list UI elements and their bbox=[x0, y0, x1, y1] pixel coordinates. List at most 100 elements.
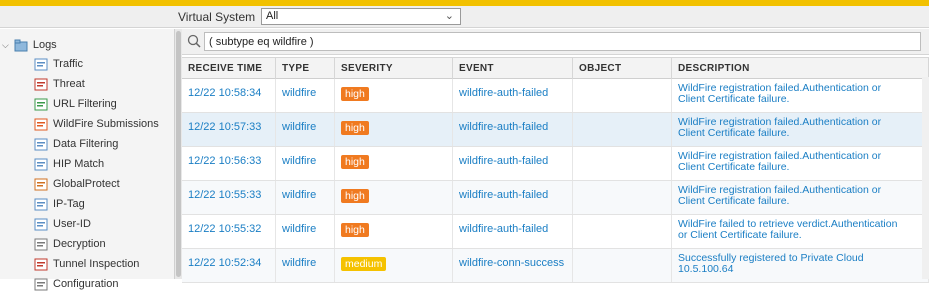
cell-object bbox=[573, 249, 672, 282]
cell-type[interactable]: wildfire bbox=[276, 181, 335, 214]
cell-severity: high bbox=[335, 147, 453, 180]
cell-time[interactable]: 12/22 10:57:33 bbox=[182, 113, 276, 146]
traffic-log-icon bbox=[34, 58, 48, 71]
wildfire-icon bbox=[34, 118, 48, 131]
cell-time[interactable]: 12/22 10:55:33 bbox=[182, 181, 276, 214]
table-scrollbar[interactable] bbox=[922, 77, 929, 279]
main-panel: ( subtype eq wildfire ) RECEIVE TIME TYP… bbox=[182, 29, 929, 283]
sidebar-item-label: Data Filtering bbox=[53, 138, 119, 150]
cell-description: WildFire registration failed.Authenticat… bbox=[672, 147, 929, 180]
sidebar-item-ip-tag[interactable]: IP-Tag bbox=[34, 194, 85, 214]
cell-severity: medium bbox=[335, 249, 453, 282]
description-line: Client Certificate failure. bbox=[678, 93, 790, 105]
cell-object bbox=[573, 215, 672, 248]
description-line: Client Certificate failure. bbox=[678, 127, 790, 139]
virtual-system-value: All bbox=[266, 10, 279, 22]
sidebar-item-label: Threat bbox=[53, 78, 85, 90]
virtual-system-label: Virtual System bbox=[178, 10, 256, 24]
severity-badge: high bbox=[341, 87, 369, 101]
sidebar-item-label: Decryption bbox=[53, 238, 106, 250]
description-line: Client Certificate failure. bbox=[678, 195, 790, 207]
description-line: or Client Certificate failure. bbox=[678, 229, 802, 241]
header-type[interactable]: TYPE bbox=[276, 58, 335, 79]
description-line: Client Certificate failure. bbox=[678, 161, 790, 173]
configuration-icon bbox=[34, 278, 48, 291]
severity-badge: high bbox=[341, 155, 369, 169]
filter-bar: ( subtype eq wildfire ) bbox=[182, 29, 929, 55]
hip-match-icon bbox=[34, 158, 48, 171]
cell-event[interactable]: wildfire-auth-failed bbox=[453, 215, 573, 248]
cell-description: WildFire registration failed.Authenticat… bbox=[672, 79, 929, 112]
cell-description: WildFire registration failed.Authenticat… bbox=[672, 181, 929, 214]
cell-severity: high bbox=[335, 181, 453, 214]
sidebar-item-label: Traffic bbox=[53, 58, 83, 70]
severity-badge: medium bbox=[341, 257, 387, 271]
threat-log-icon bbox=[34, 78, 48, 91]
table-row[interactable]: 12/22 10:52:34 wildfire medium wildfire-con… bbox=[182, 249, 929, 283]
sidebar-item-wildfire-submissions[interactable]: WildFire Submissions bbox=[34, 114, 159, 134]
cell-type[interactable]: wildfire bbox=[276, 215, 335, 248]
table-row[interactable]: 12/22 10:55:33 wildfire high wildfire-auth-… bbox=[182, 181, 929, 215]
cell-event[interactable]: wildfire-auth-failed bbox=[453, 113, 573, 146]
cell-description: WildFire registration failed.Authenticat… bbox=[672, 113, 929, 146]
description-line: 10.5.100.64 bbox=[678, 263, 734, 275]
sidebar-item-label: IP-Tag bbox=[53, 198, 85, 210]
cell-time[interactable]: 12/22 10:55:32 bbox=[182, 215, 276, 248]
cell-type[interactable]: wildfire bbox=[276, 249, 335, 282]
sidebar-item-url-filtering[interactable]: URL Filtering bbox=[34, 94, 117, 114]
sidebar-item-label: URL Filtering bbox=[53, 98, 117, 110]
cell-event[interactable]: wildfire-auth-failed bbox=[453, 79, 573, 112]
cell-object bbox=[573, 147, 672, 180]
sidebar-item-threat[interactable]: Threat bbox=[34, 74, 85, 94]
sidebar-item-label: Configuration bbox=[53, 278, 119, 290]
cell-severity: high bbox=[335, 113, 453, 146]
table-row[interactable]: 12/22 10:55:32 wildfire high wildfire-auth-… bbox=[182, 215, 929, 249]
sidebar-item-logs[interactable]: ⌵ Logs bbox=[2, 35, 57, 55]
sidebar-item-label: WildFire Submissions bbox=[53, 118, 159, 130]
cell-time[interactable]: 12/22 10:56:33 bbox=[182, 147, 276, 180]
header-description[interactable]: DESCRIPTION bbox=[672, 58, 929, 79]
sidebar-item-user-id[interactable]: User-ID bbox=[34, 214, 91, 234]
ip-tag-icon bbox=[34, 198, 48, 211]
search-icon[interactable] bbox=[187, 34, 201, 48]
user-id-icon bbox=[34, 218, 48, 231]
sidebar-item-label: HIP Match bbox=[53, 158, 105, 170]
sidebar-scrollbar[interactable] bbox=[174, 29, 182, 279]
cell-event[interactable]: wildfire-conn-success bbox=[453, 249, 573, 282]
cell-event[interactable]: wildfire-auth-failed bbox=[453, 181, 573, 214]
header-event[interactable]: EVENT bbox=[453, 58, 573, 79]
sidebar: ⌵ Logs Traffic Threat URL Filtering WildFir… bbox=[0, 29, 174, 290]
table-row[interactable]: 12/22 10:58:34 wildfire high wildfire-auth-… bbox=[182, 79, 929, 113]
virtual-system-bar: Virtual System All ⌄ bbox=[0, 6, 929, 28]
cell-type[interactable]: wildfire bbox=[276, 79, 335, 112]
table-header: RECEIVE TIME TYPE SEVERITY EVENT OBJECT … bbox=[182, 57, 929, 79]
cell-type[interactable]: wildfire bbox=[276, 113, 335, 146]
chevron-down-icon[interactable]: ⌄ bbox=[445, 9, 454, 22]
sidebar-item-traffic[interactable]: Traffic bbox=[34, 54, 83, 74]
cell-object bbox=[573, 113, 672, 146]
table-row[interactable]: 12/22 10:56:33 wildfire high wildfire-auth-… bbox=[182, 147, 929, 181]
cell-event[interactable]: wildfire-auth-failed bbox=[453, 147, 573, 180]
sidebar-item-data-filtering[interactable]: Data Filtering bbox=[34, 134, 118, 154]
cell-time[interactable]: 12/22 10:52:34 bbox=[182, 249, 276, 282]
log-filter-input[interactable]: ( subtype eq wildfire ) bbox=[204, 32, 921, 51]
table-row[interactable]: 12/22 10:57:33 wildfire high wildfire-auth-… bbox=[182, 113, 929, 147]
collapse-caret-icon[interactable]: ⌵ bbox=[2, 40, 9, 51]
sidebar-item-label: User-ID bbox=[53, 218, 91, 230]
header-object[interactable]: OBJECT bbox=[573, 58, 672, 79]
tunnel-inspection-icon bbox=[34, 258, 48, 271]
sidebar-item-tunnel-inspection[interactable]: Tunnel Inspection bbox=[34, 254, 139, 274]
sidebar-item-globalprotect[interactable]: GlobalProtect bbox=[34, 174, 120, 194]
globalprotect-icon bbox=[34, 178, 48, 191]
sidebar-item-label: GlobalProtect bbox=[53, 178, 120, 190]
cell-type[interactable]: wildfire bbox=[276, 147, 335, 180]
severity-badge: high bbox=[341, 189, 369, 203]
virtual-system-select[interactable]: All ⌄ bbox=[261, 8, 461, 25]
sidebar-item-hip-match[interactable]: HIP Match bbox=[34, 154, 104, 174]
header-severity[interactable]: SEVERITY bbox=[335, 58, 453, 79]
sidebar-item-decryption[interactable]: Decryption bbox=[34, 234, 106, 254]
sidebar-item-configuration[interactable]: Configuration bbox=[34, 274, 118, 294]
cell-severity: high bbox=[335, 79, 453, 112]
cell-time[interactable]: 12/22 10:58:34 bbox=[182, 79, 276, 112]
header-receive-time[interactable]: RECEIVE TIME bbox=[182, 58, 276, 79]
